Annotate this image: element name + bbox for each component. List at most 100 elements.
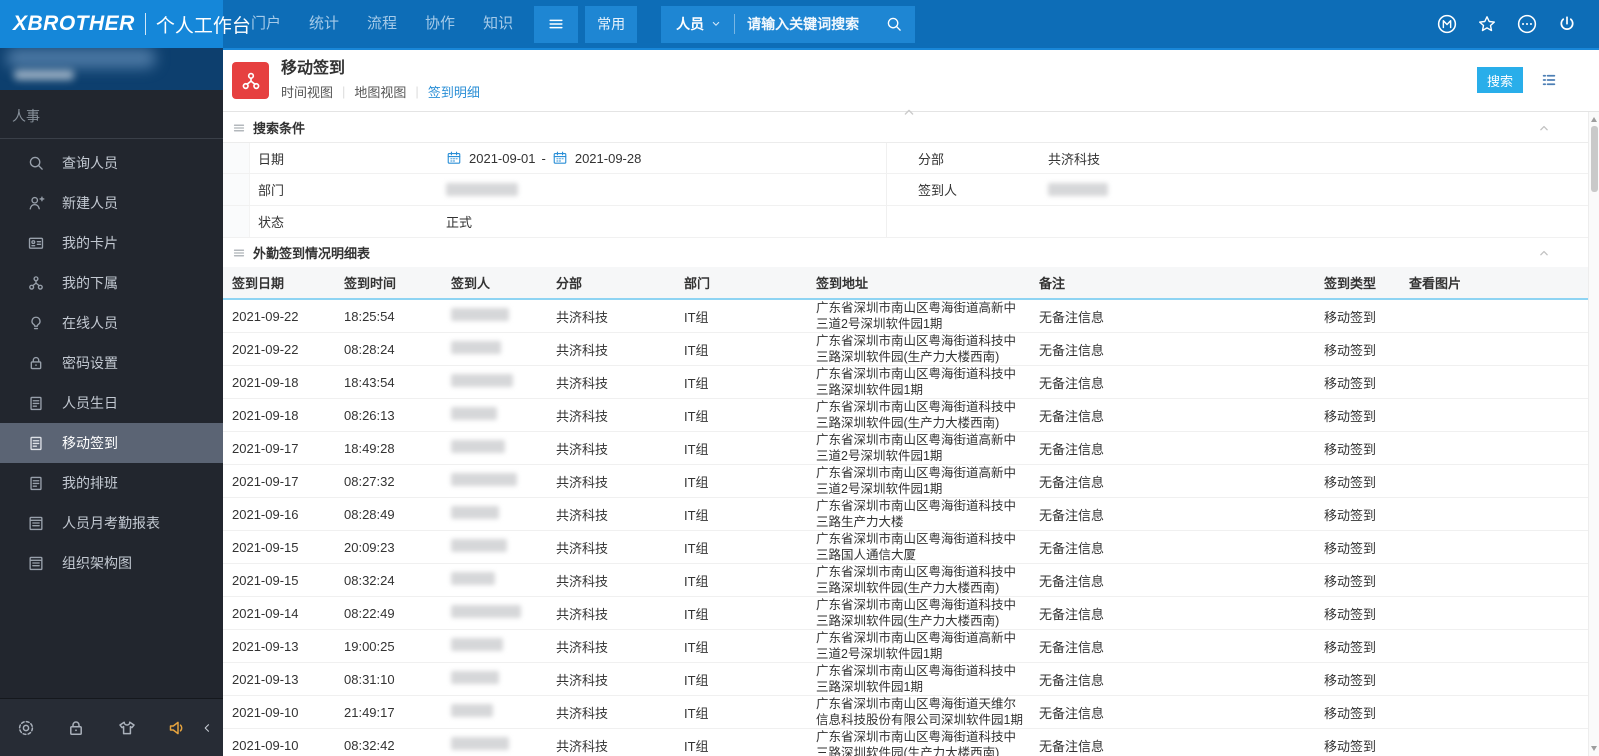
- signer-blur: [451, 473, 517, 486]
- table-row: 2021-09-13 19:00:25 共济科技 IT组 广东省深圳市南山区粤海街道高新…: [223, 630, 1599, 663]
- cell-signer-redacted: [451, 572, 556, 588]
- signer-blur: [451, 374, 513, 387]
- cell-signer-redacted: [451, 374, 556, 390]
- nav-item-4[interactable]: 协作: [411, 0, 469, 48]
- lock-icon[interactable]: [66, 718, 86, 738]
- cell-note: 无备注信息: [1039, 408, 1105, 424]
- tab-2[interactable]: 地图视图: [354, 82, 406, 101]
- cell-signer-redacted: [451, 308, 556, 324]
- cell-signer-redacted: [451, 605, 556, 621]
- column-header-8: 签到类型: [1324, 276, 1377, 291]
- chevron-up-icon[interactable]: [1537, 246, 1551, 260]
- apps-menu-button[interactable]: [534, 5, 579, 43]
- sidebar: 人事 查询人员 新建人员 我的卡片 我的下属 在线人员 密码设置 人员生日 移动签到 我的排班人…: [0, 48, 223, 756]
- sidebar-item-7[interactable]: 人员生日: [0, 383, 223, 423]
- cell-note: 无备注信息: [1039, 738, 1105, 754]
- signer-blur: [451, 341, 501, 354]
- sidebar-item-3[interactable]: 我的卡片: [0, 223, 223, 263]
- sidebar-item-label: 我的卡片: [62, 235, 118, 251]
- tab-3[interactable]: 签到明细: [428, 82, 480, 101]
- sidebar-item-10[interactable]: 人员月考勤报表: [0, 503, 223, 543]
- nav-item-3[interactable]: 流程: [353, 0, 411, 48]
- current-user-redacted[interactable]: [0, 48, 223, 90]
- cell-branch: 共济科技: [556, 639, 609, 655]
- calendar-icon[interactable]: [446, 150, 462, 166]
- scroll-down-arrow-icon[interactable]: [1591, 746, 1597, 751]
- cell-checkin-type: 移动签到: [1324, 474, 1377, 490]
- nav-item-5[interactable]: 知识: [469, 0, 527, 48]
- cell-signer-redacted: [451, 539, 556, 555]
- dept-label: 部门: [258, 183, 285, 198]
- cell-checkin-date: 2021-09-17: [232, 473, 299, 489]
- column-header-5: 部门: [684, 276, 711, 291]
- row-gutter: [223, 206, 250, 237]
- cell-checkin-date: 2021-09-17: [232, 440, 299, 456]
- row-gutter: [223, 143, 250, 173]
- chevron-up-icon[interactable]: [1537, 121, 1551, 135]
- table-row: 2021-09-22 08:28:24 共济科技 IT组 广东省深圳市南山区粤海街道科技…: [223, 333, 1599, 366]
- cell-checkin-date: 2021-09-18: [232, 374, 299, 390]
- quick-access-button[interactable]: 常用: [585, 5, 638, 43]
- sidebar-item-4[interactable]: 我的下属: [0, 263, 223, 303]
- shirt-icon[interactable]: [117, 718, 137, 738]
- cell-note: 无备注信息: [1039, 441, 1105, 457]
- bulb-icon: [27, 314, 45, 332]
- lock-icon: [27, 354, 45, 372]
- sidebar-collapse-icon[interactable]: [201, 722, 213, 734]
- cell-checkin-time: 18:25:54: [344, 308, 395, 324]
- scroll-up-arrow-icon[interactable]: [1591, 117, 1597, 122]
- nav-item-1[interactable]: 门户: [237, 0, 295, 48]
- search-category-dropdown[interactable]: 人员: [676, 14, 722, 34]
- signer-blur: [451, 407, 497, 420]
- table-row: 2021-09-17 08:27:32 共济科技 IT组 广东省深圳市南山区粤海街道高新…: [223, 465, 1599, 498]
- cell-checkin-time: 08:28:49: [344, 506, 395, 522]
- cell-address: 广东省深圳市南山区粤海街道科技中 三路深圳软件园1期: [816, 664, 1017, 694]
- power-icon[interactable]: [1557, 14, 1577, 34]
- calendar-icon[interactable]: [552, 150, 568, 166]
- cell-branch: 共济科技: [556, 309, 609, 325]
- signer-value-redacted[interactable]: [1018, 183, 1599, 196]
- user-name-blur-2: [14, 70, 74, 80]
- favorite-star-icon[interactable]: [1477, 14, 1497, 34]
- date-to-value[interactable]: 2021-09-28: [575, 151, 642, 166]
- signer-blur: [451, 572, 495, 585]
- cell-checkin-type: 移动签到: [1324, 573, 1377, 589]
- signer-blur: [451, 539, 507, 552]
- cell-checkin-time: 20:09:23: [344, 539, 395, 555]
- keyword-search-input[interactable]: [747, 16, 882, 32]
- scrollbar-thumb[interactable]: [1590, 126, 1598, 192]
- more-options-icon[interactable]: [1516, 13, 1538, 35]
- cell-checkin-time: 18:43:54: [344, 374, 395, 390]
- list-view-icon[interactable]: [1540, 71, 1558, 89]
- brand-logo[interactable]: XBROTHER 个人工作台: [0, 0, 251, 48]
- sidebar-item-8[interactable]: 移动签到: [0, 423, 223, 463]
- gear-icon[interactable]: [16, 718, 36, 738]
- cell-signer-redacted: [451, 473, 556, 489]
- status-value[interactable]: 正式: [446, 212, 886, 231]
- sidebar-item-5[interactable]: 在线人员: [0, 303, 223, 343]
- vertical-scrollbar[interactable]: [1588, 112, 1599, 756]
- branch-value[interactable]: 共济科技: [1018, 149, 1599, 168]
- cell-department: IT组: [684, 375, 709, 391]
- cell-note: 无备注信息: [1039, 639, 1105, 655]
- search-button[interactable]: 搜索: [1477, 67, 1523, 93]
- nav-item-2[interactable]: 统计: [295, 0, 353, 48]
- speaker-icon[interactable]: [167, 718, 187, 738]
- cell-checkin-time: 08:22:49: [344, 605, 395, 621]
- sidebar-item-11[interactable]: 组织架构图: [0, 543, 223, 583]
- sidebar-item-9[interactable]: 我的排班: [0, 463, 223, 503]
- sidebar-item-1[interactable]: 查询人员: [0, 143, 223, 183]
- date-from-value[interactable]: 2021-09-01: [469, 151, 536, 166]
- table-row: 2021-09-18 18:43:54 共济科技 IT组 广东省深圳市南山区粤海街道科技…: [223, 366, 1599, 399]
- section-handle-icon: [232, 121, 246, 135]
- table-row: 2021-09-15 20:09:23 共济科技 IT组 广东省深圳市南山区粤海街道科技…: [223, 531, 1599, 564]
- m-badge-icon[interactable]: [1436, 13, 1458, 35]
- cell-note: 无备注信息: [1039, 705, 1105, 721]
- org-icon: [27, 274, 45, 292]
- dept-value-redacted[interactable]: [446, 183, 886, 196]
- tab-1[interactable]: 时间视图: [281, 82, 333, 101]
- sidebar-item-2[interactable]: 新建人员: [0, 183, 223, 223]
- search-icon[interactable]: [885, 15, 903, 33]
- sidebar-item-6[interactable]: 密码设置: [0, 343, 223, 383]
- signer-blur: [1048, 183, 1108, 196]
